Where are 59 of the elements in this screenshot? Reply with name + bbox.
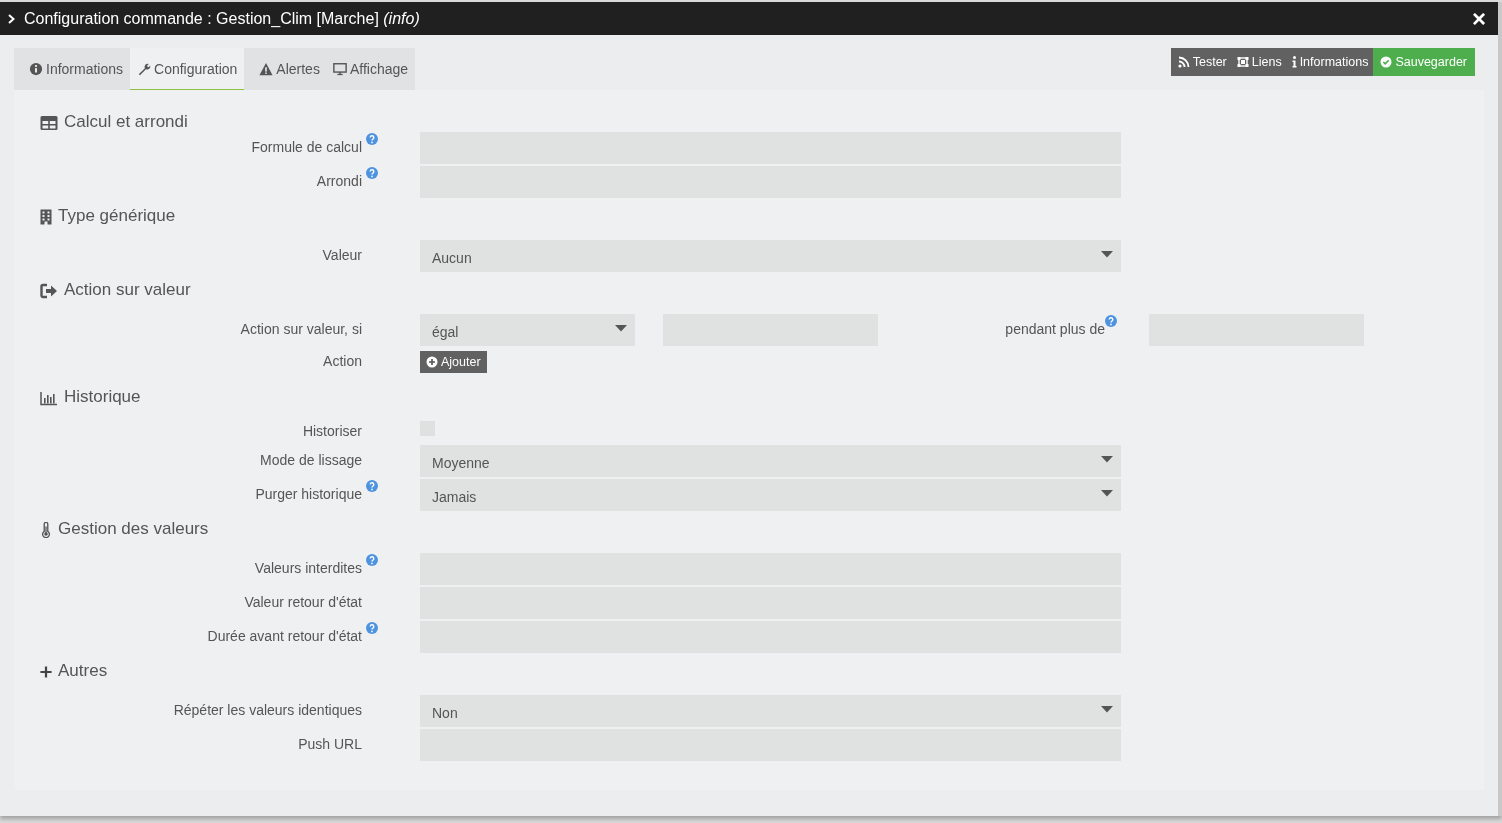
chevron-right-icon <box>8 13 15 24</box>
field-label: Action <box>323 353 362 369</box>
field-label: Mode de lissage <box>260 452 362 468</box>
field-label: Répéter les valeurs identiques <box>173 702 362 718</box>
window-title: Configuration commande : Gestion_Clim [Marche] (info) <box>24 9 421 28</box>
field-label: Action sur valeur, si <box>240 321 362 337</box>
select-field[interactable]: égal <box>420 314 635 346</box>
link-nodes-icon <box>1236 56 1249 68</box>
thermometer-icon <box>40 522 52 538</box>
help-icon[interactable] <box>366 554 378 566</box>
help-icon[interactable] <box>366 167 378 179</box>
field-label: Valeur retour d'état <box>244 594 362 610</box>
field-label: Durée avant retour d'état <box>207 628 362 644</box>
field-label: Formule de calcul <box>251 139 362 155</box>
select-field[interactable]: Jamais <box>420 479 1121 511</box>
field-label: Purger historique <box>255 486 362 502</box>
wrench-icon <box>137 61 152 76</box>
bar-chart-icon <box>40 390 58 406</box>
sign-out-icon <box>40 283 58 299</box>
dropdown-caret-icon <box>1101 455 1113 463</box>
section-title: Autres <box>58 661 108 681</box>
field-label: Arrondi <box>316 173 362 189</box>
dropdown-caret-icon <box>1101 489 1113 497</box>
select-field[interactable]: Moyenne <box>420 445 1121 477</box>
warning-icon <box>259 61 274 76</box>
dropdown-caret-icon <box>1101 705 1113 713</box>
action-button[interactable]: Informations <box>1286 48 1374 76</box>
action-button[interactable]: Tester <box>1170 48 1232 76</box>
close-button[interactable]: × <box>1468 6 1490 31</box>
rss-icon <box>1177 56 1190 68</box>
section-title: Type générique <box>58 206 176 226</box>
help-icon[interactable] <box>366 480 378 492</box>
building-icon <box>40 209 52 225</box>
info-icon <box>1291 56 1297 68</box>
check-circle-icon <box>1380 56 1393 68</box>
info-icon <box>29 61 43 76</box>
tab[interactable]: Configuration <box>130 48 245 90</box>
select-field[interactable]: Non <box>420 695 1121 727</box>
dropdown-caret-icon <box>1101 250 1113 258</box>
field-label: Valeurs interdites <box>254 560 362 576</box>
field-label: Historiser <box>302 423 362 439</box>
field-label: Push URL <box>298 736 362 752</box>
add-button[interactable]: Ajouter <box>420 351 487 373</box>
field-label: Valeur <box>322 247 362 263</box>
select-field[interactable]: Aucun <box>420 240 1121 272</box>
section-title: Action sur valeur <box>64 280 191 300</box>
help-icon[interactable] <box>366 133 378 145</box>
dropdown-caret-icon <box>615 324 627 332</box>
help-icon[interactable] <box>366 622 378 634</box>
section-title: Calcul et arrondi <box>64 112 188 132</box>
section-title: Historique <box>64 387 141 407</box>
plus-icon <box>40 664 52 680</box>
help-icon[interactable] <box>1105 315 1117 327</box>
action-button[interactable]: Liens <box>1231 48 1287 76</box>
table-icon <box>40 115 58 131</box>
section-title: Gestion des valeurs <box>58 519 209 539</box>
plus-circle-icon <box>426 356 438 368</box>
field-label: pendant plus de <box>1005 321 1105 339</box>
monitor-icon <box>332 61 347 76</box>
